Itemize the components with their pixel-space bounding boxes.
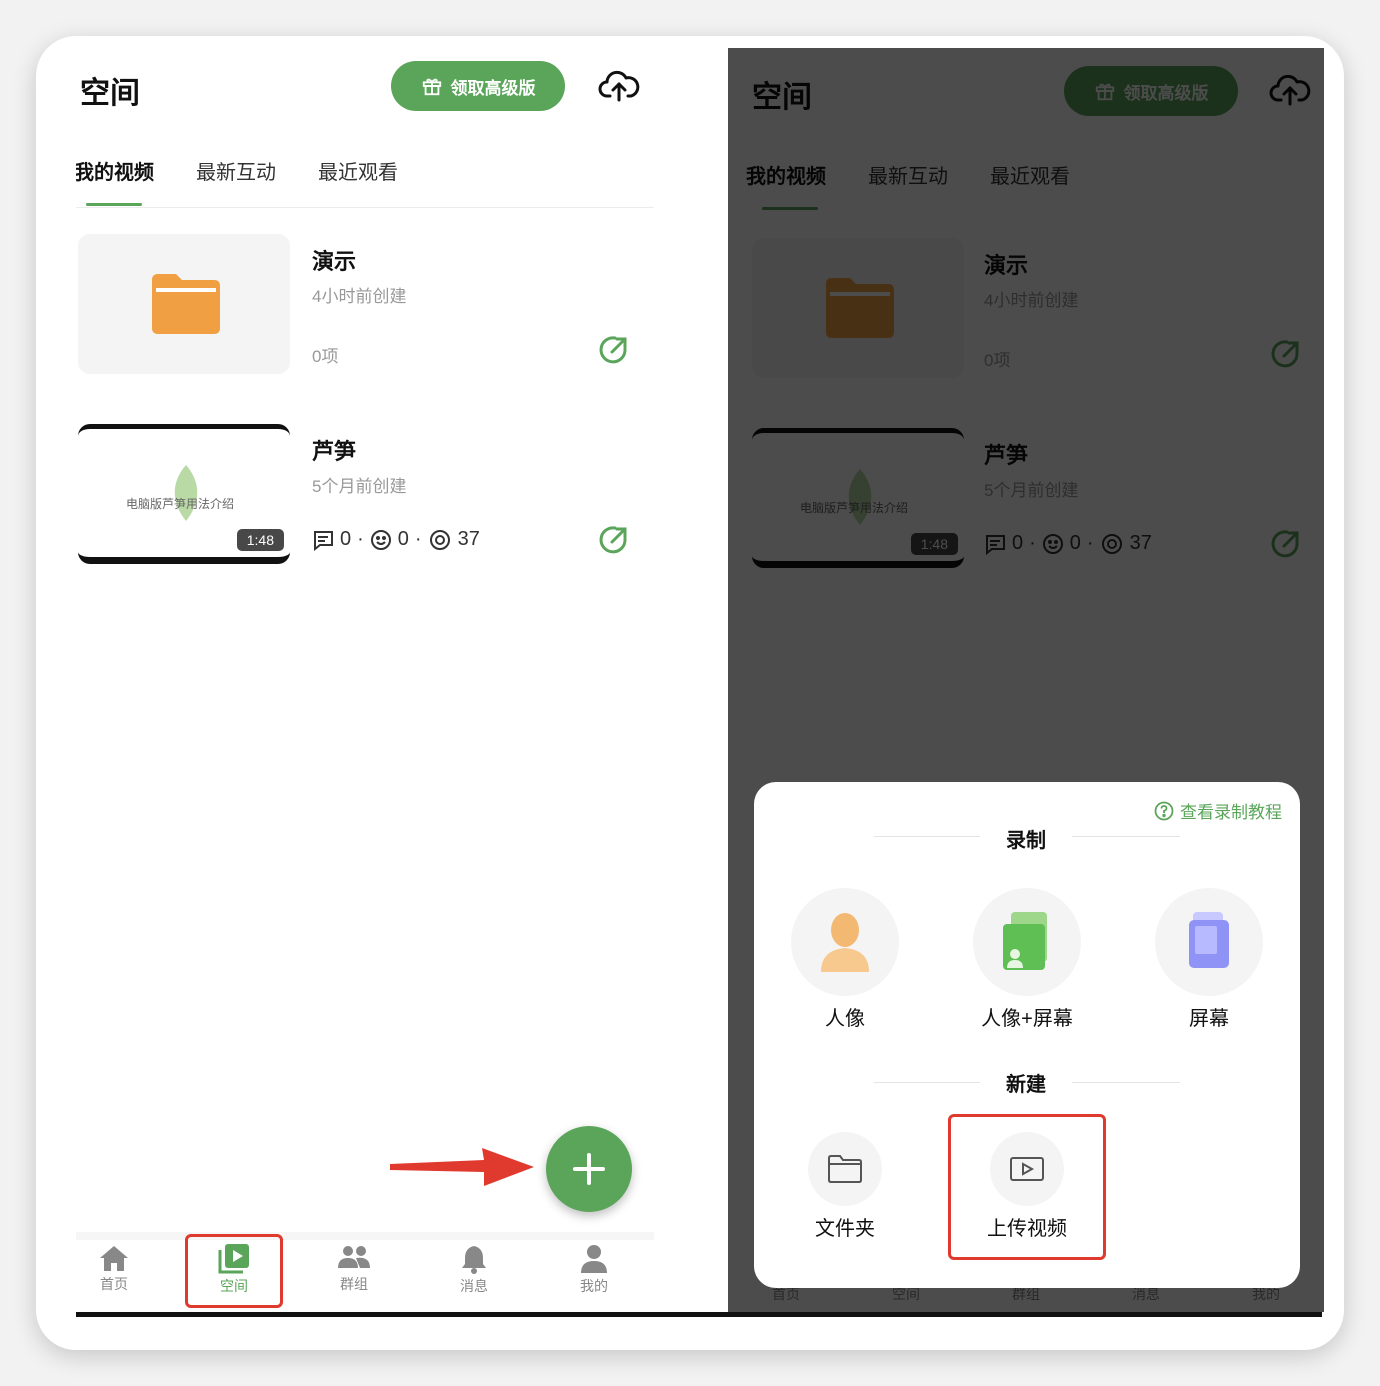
item-title[interactable]: 演示 (312, 244, 356, 276)
plus-icon (573, 1153, 605, 1185)
record-section-title: 录制 (1006, 830, 1046, 852)
video-stats: 0 · 0 · 37 (312, 528, 480, 551)
video-thumbnail[interactable]: 电脑版芦笋用法介绍 1:48 (78, 424, 290, 564)
new-folder-option[interactable] (808, 1132, 882, 1206)
item-count: 0项 (312, 347, 339, 366)
share-icon[interactable] (598, 334, 630, 366)
left-screen: 空间 领取高级版 我的视频 最新互动 最近观看 演示 4小时前创建 0项 电脑版… (76, 48, 672, 1312)
help-icon (1154, 801, 1174, 820)
right-screen: 空间 领取高级版 我的视频 最新互动 最近观看 演示 4小时前创建 0项 电脑版… (728, 48, 1324, 1312)
item-meta: 4小时前创建 (312, 287, 407, 306)
separator: · (357, 528, 364, 550)
screen-icon (1189, 912, 1229, 968)
premium-button[interactable]: 领取高级版 (391, 61, 565, 111)
folder-thumbnail[interactable] (78, 234, 290, 374)
folder-icon (152, 274, 220, 334)
item-title[interactable]: 芦笋 (312, 434, 356, 466)
view-count: 37 (457, 528, 480, 550)
video-duration: 1:48 (236, 529, 284, 551)
person-icon (581, 1245, 607, 1273)
tab-underline (86, 203, 142, 206)
add-button[interactable] (546, 1126, 632, 1212)
page-title: 空间 (80, 77, 140, 110)
divider (1072, 836, 1180, 837)
new-section-title: 新建 (1006, 1074, 1046, 1096)
share-icon[interactable] (598, 524, 630, 556)
record-portrait-screen-label: 人像+屏幕 (981, 1008, 1073, 1030)
tab-latest-interactions[interactable]: 最新互动 (196, 156, 276, 185)
cloud-upload-icon[interactable] (598, 66, 640, 106)
eye-icon (429, 529, 450, 550)
new-folder-label: 文件夹 (815, 1218, 875, 1240)
screenshot-card: 空间 领取高级版 我的视频 最新互动 最近观看 演示 4小时前创建 0项 电脑版… (36, 36, 1344, 1350)
record-portrait-screen-option[interactable] (973, 888, 1081, 996)
comment-count: 0 (340, 528, 352, 550)
create-sheet: 查看录制教程 录制 人像 人像+屏幕 屏幕 新建 文件夹 上传视频 (754, 782, 1300, 1288)
record-portrait-label: 人像 (825, 1008, 865, 1030)
premium-label: 领取高级版 (450, 78, 536, 98)
portrait-screen-icon (1003, 912, 1047, 970)
reaction-count: 0 (397, 528, 409, 550)
upload-video-highlight (948, 1114, 1106, 1260)
nav-messages[interactable]: 消息 (434, 1244, 514, 1296)
leaf-icon (174, 465, 198, 521)
tutorial-link[interactable]: 查看录制教程 (1154, 798, 1282, 823)
nav-me[interactable]: 我的 (554, 1244, 634, 1296)
red-arrow-annotation (390, 1148, 534, 1186)
tab-recently-watched[interactable]: 最近观看 (318, 156, 398, 185)
record-screen-label: 屏幕 (1189, 1008, 1229, 1030)
record-screen-option[interactable] (1155, 888, 1263, 996)
home-indicator-bar (76, 1312, 1322, 1317)
nav-space-highlight (185, 1234, 283, 1308)
nav-home[interactable]: 首页 (76, 1244, 154, 1294)
record-portrait-option[interactable] (791, 888, 899, 996)
smile-icon (370, 529, 391, 550)
groups-icon (338, 1246, 370, 1268)
divider (874, 836, 980, 837)
nav-separator (76, 1232, 654, 1240)
home-icon (100, 1246, 128, 1271)
person-icon (821, 913, 869, 972)
comment-icon (314, 530, 333, 551)
gift-icon (422, 78, 441, 96)
nav-groups[interactable]: 群组 (314, 1244, 394, 1294)
divider (874, 1082, 980, 1083)
divider (1072, 1082, 1180, 1083)
bell-icon (462, 1246, 486, 1274)
separator: · (414, 528, 422, 550)
folder-icon (828, 1155, 862, 1183)
thumbnail-caption: 电脑版芦笋用法介绍 (126, 497, 235, 511)
tab-my-videos[interactable]: 我的视频 (76, 156, 154, 185)
item-meta: 5个月前创建 (312, 477, 407, 496)
divider (76, 207, 654, 208)
